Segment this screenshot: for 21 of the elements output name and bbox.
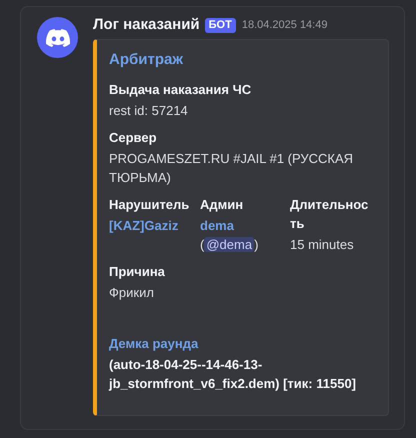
field-name: Демка раунда	[109, 335, 200, 353]
field-value: PROGAMESZET.RU #JAIL #1 (РУССКАЯ ТЮРЬМА)	[109, 150, 354, 187]
mention-tag[interactable]: @dema	[204, 237, 254, 252]
field-name: Админ	[200, 196, 244, 214]
field-value: Фрикил	[109, 284, 155, 302]
timestamp: 18.04.2025 14:49	[242, 18, 328, 33]
field-value: rest id: 57214	[109, 102, 189, 120]
user-link[interactable]: dema	[200, 218, 234, 233]
field-name: Сервер	[109, 129, 158, 147]
game-controller-icon	[46, 28, 70, 46]
field-value: (@dema)	[200, 236, 260, 254]
field-name: Длительность	[290, 196, 370, 233]
field-name: Причина	[109, 263, 166, 281]
embed-title[interactable]: Арбитраж	[109, 50, 374, 70]
field-name: Нарушитель	[109, 196, 190, 214]
user-link[interactable]: [KAZ]Gaziz	[109, 218, 178, 233]
field-name: Выдача наказания ЧС	[109, 81, 252, 99]
author-name[interactable]: Лог наказаний	[93, 14, 200, 36]
field-value: 15 minutes	[290, 236, 355, 254]
bot-tag: БОТ	[204, 18, 236, 32]
demo-file-text: (auto-18-04-25--14-46-13-jb_stormfront_v6_fix2.dem) [тик: 11550]	[109, 356, 357, 393]
